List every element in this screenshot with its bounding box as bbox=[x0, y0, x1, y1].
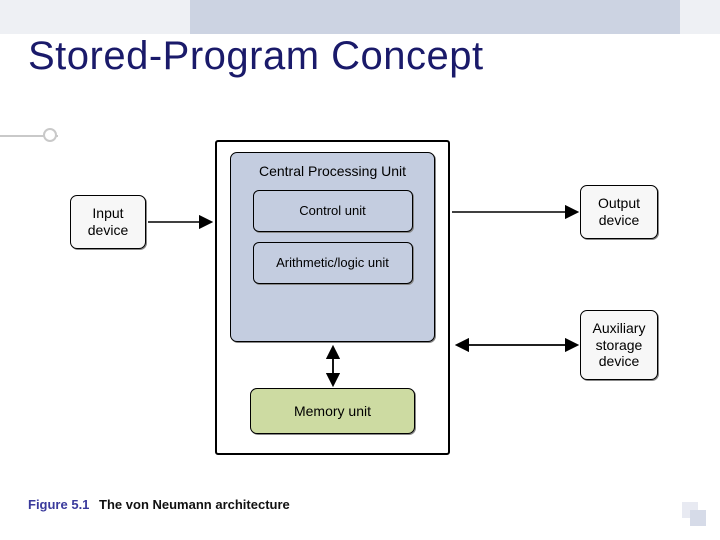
figure-caption: Figure 5.1 The von Neumann architecture bbox=[28, 497, 290, 512]
corner-decoration-front bbox=[690, 510, 706, 526]
figure-number: Figure 5.1 bbox=[28, 497, 89, 512]
output-device-label: Output device bbox=[598, 195, 640, 229]
control-unit-box: Control unit bbox=[253, 190, 413, 232]
title-bar-bg-dark bbox=[190, 0, 680, 34]
alu-label: Arithmetic/logic unit bbox=[276, 255, 389, 271]
cpu-box: Central Processing Unit Control unit Ari… bbox=[230, 152, 435, 342]
aux-storage-box: Auxiliary storage device bbox=[580, 310, 658, 380]
figure-text: The von Neumann architecture bbox=[99, 497, 290, 512]
slide: Stored-Program Concept Input device Cent… bbox=[0, 0, 720, 540]
aux-storage-label: Auxiliary storage device bbox=[593, 320, 646, 370]
memory-unit-label: Memory unit bbox=[294, 403, 371, 420]
cpu-label: Central Processing Unit bbox=[259, 163, 406, 180]
alu-box: Arithmetic/logic unit bbox=[253, 242, 413, 284]
input-device-label: Input device bbox=[88, 205, 128, 239]
input-device-box: Input device bbox=[70, 195, 146, 249]
slide-title: Stored-Program Concept bbox=[28, 34, 484, 79]
output-device-box: Output device bbox=[580, 185, 658, 239]
architecture-diagram: Input device Central Processing Unit Con… bbox=[60, 140, 680, 470]
control-unit-label: Control unit bbox=[299, 203, 365, 219]
decoration-dot bbox=[43, 128, 57, 142]
memory-unit-box: Memory unit bbox=[250, 388, 415, 434]
